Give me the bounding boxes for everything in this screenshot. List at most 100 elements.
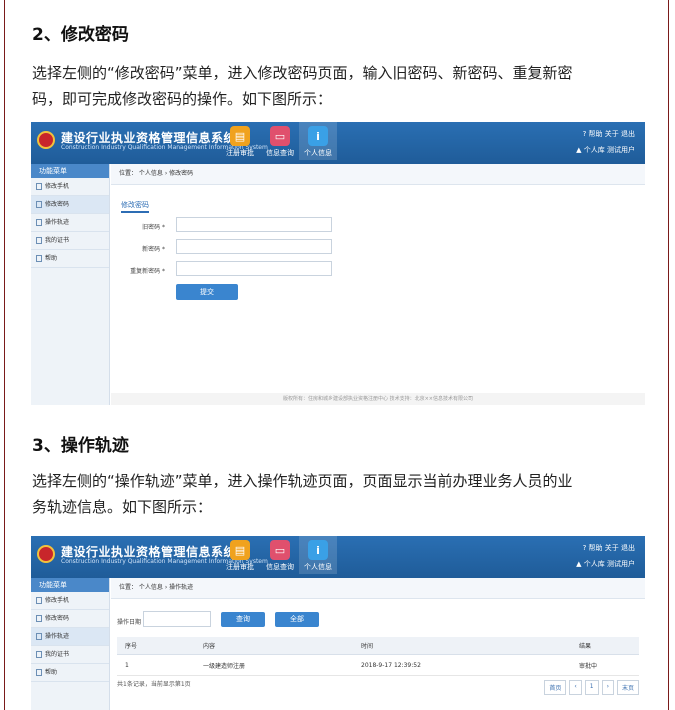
top-links[interactable]: ? 帮助 关于 退出 [583, 129, 635, 139]
sidebar-item-change-phone[interactable]: 修改手机 [31, 592, 109, 610]
info-icon: i [308, 540, 328, 560]
sidebar-item-label: 修改手机 [45, 597, 70, 604]
nav-label: 信息查询 [266, 563, 294, 571]
operation-log-table: 序号 内容 时间 结果 1 一级建造师注册 2018-9-17 12:39:52… [117, 637, 639, 676]
sidebar-item-operation-log[interactable]: 操作轨迹 [31, 628, 109, 646]
sidebar-item-label: 帮助 [45, 669, 58, 676]
monitor-icon: ▭ [270, 540, 290, 560]
screenshot-change-password: 建设行业执业资格管理信息系统 Construction Industry Qua… [31, 122, 645, 405]
pager-next-icon[interactable]: › [601, 680, 614, 695]
sidebar-item-label: 我的证书 [45, 237, 70, 244]
filter-label-operation-date: 操作日期 [117, 619, 142, 626]
sidebar-item-label: 操作轨迹 [45, 219, 70, 226]
menu-item-icon [36, 201, 42, 208]
screenshot-operation-log: 建设行业执业资格管理信息系统 Construction Industry Qua… [31, 536, 645, 710]
nav-personal-info[interactable]: i 个人信息 [299, 536, 337, 574]
nav-register-approval[interactable]: ▤ 注册审批 [221, 540, 259, 572]
sidebar-item-help[interactable]: 帮助 [31, 664, 109, 682]
sidebar-header: 功能菜单 [31, 164, 109, 178]
nav-label: 注册审批 [226, 563, 254, 571]
menu-item-icon [36, 255, 42, 262]
table-row: 1 一级建造师注册 2018-9-17 12:39:52 审批中 [117, 654, 639, 676]
sidebar-item-label: 帮助 [45, 255, 58, 262]
sidebar-item-change-phone[interactable]: 修改手机 [31, 178, 109, 196]
pager-last[interactable]: 末页 [616, 680, 639, 695]
pager-first[interactable]: 首页 [544, 680, 567, 695]
cell-result: 审批中 [571, 654, 639, 676]
nav-info-query[interactable]: ▭ 信息查询 [261, 540, 299, 572]
sidebar-item-label: 操作轨迹 [45, 633, 70, 640]
query-button[interactable]: 查询 [221, 612, 265, 627]
field-label-new-password: 新密码 * [142, 246, 165, 253]
all-button[interactable]: 全部 [275, 612, 319, 627]
paragraph-line: 码，即可完成修改密码的操作。如下图所示： [32, 90, 333, 108]
pager-page[interactable]: 1 [584, 680, 599, 695]
menu-item-icon [36, 651, 42, 658]
menu-item-icon [36, 183, 42, 190]
table-header-row: 序号 内容 时间 结果 [117, 637, 639, 655]
nav-label: 注册审批 [226, 149, 254, 157]
document-icon: ▤ [230, 540, 250, 560]
monitor-icon: ▭ [270, 126, 290, 146]
cell-content: 一级建造师注册 [195, 654, 353, 676]
top-links[interactable]: ? 帮助 关于 退出 [583, 543, 635, 553]
sidebar-item-change-password[interactable]: 修改密码 [31, 196, 109, 214]
section-heading-change-password: 2、修改密码 [32, 25, 129, 45]
menu-item-icon [36, 597, 42, 604]
sidebar-item-label: 修改密码 [45, 201, 70, 208]
breadcrumb: 位置： 个人信息 › 修改密码 [111, 164, 645, 185]
paragraph-line: 选择左侧的“修改密码”菜单，进入修改密码页面，输入旧密码、新密码、重复新密 [32, 64, 573, 82]
nav-info-query[interactable]: ▭ 信息查询 [261, 126, 299, 158]
menu-item-icon [36, 633, 42, 640]
column-header-time: 时间 [353, 637, 571, 655]
column-header-content: 内容 [195, 637, 353, 655]
document-icon: ▤ [230, 126, 250, 146]
nav-label: 信息查询 [266, 149, 294, 157]
sidebar-item-change-password[interactable]: 修改密码 [31, 610, 109, 628]
submit-button[interactable]: 提交 [176, 284, 238, 300]
sidebar: 功能菜单 修改手机 修改密码 操作轨迹 我的证书 帮助 [31, 578, 110, 710]
menu-item-icon [36, 669, 42, 676]
field-label-repeat-password: 重复新密码 * [130, 268, 165, 275]
sidebar-header: 功能菜单 [31, 578, 109, 592]
sidebar-item-my-certificate[interactable]: 我的证书 [31, 646, 109, 664]
pagination: 首页 ‹ 1 › 末页 [544, 680, 639, 695]
app-header: 建设行业执业资格管理信息系统 Construction Industry Qua… [31, 122, 645, 164]
tab-change-password[interactable]: 修改密码 [121, 200, 149, 213]
sidebar: 功能菜单 修改手机 修改密码 操作轨迹 我的证书 帮助 [31, 164, 110, 405]
pager-prev-icon[interactable]: ‹ [569, 680, 582, 695]
nav-label: 个人信息 [304, 149, 332, 157]
repeat-password-input[interactable] [176, 261, 332, 276]
nav-register-approval[interactable]: ▤ 注册审批 [221, 126, 259, 158]
nav-label: 个人信息 [304, 563, 332, 571]
record-summary: 共1条记录，当前显示第1页 [117, 681, 191, 688]
national-emblem-icon [37, 131, 55, 149]
sidebar-item-operation-log[interactable]: 操作轨迹 [31, 214, 109, 232]
old-password-input[interactable] [176, 217, 332, 232]
new-password-input[interactable] [176, 239, 332, 254]
nav-personal-info[interactable]: i 个人信息 [299, 122, 337, 160]
app-header: 建设行业执业资格管理信息系统 Construction Industry Qua… [31, 536, 645, 578]
user-link[interactable]: ▲ 个人库 测试用户 [576, 559, 635, 569]
column-header-index: 序号 [117, 637, 195, 655]
section-paragraph-operation-log: 选择左侧的“操作轨迹”菜单，进入操作轨迹页面，页面显示当前办理业务人员的业 务轨… [32, 468, 646, 520]
menu-item-icon [36, 219, 42, 226]
menu-item-icon [36, 237, 42, 244]
menu-item-icon [36, 615, 42, 622]
national-emblem-icon [37, 545, 55, 563]
sidebar-item-label: 修改密码 [45, 615, 70, 622]
sidebar-item-label: 我的证书 [45, 651, 70, 658]
sidebar-item-my-certificate[interactable]: 我的证书 [31, 232, 109, 250]
field-label-old-password: 旧密码 * [142, 224, 165, 231]
cell-index: 1 [117, 654, 195, 676]
user-link[interactable]: ▲ 个人库 测试用户 [576, 145, 635, 155]
paragraph-line: 务轨迹信息。如下图所示： [32, 498, 213, 516]
operation-date-input[interactable] [143, 611, 211, 627]
sidebar-item-label: 修改手机 [45, 183, 70, 190]
sidebar-item-help[interactable]: 帮助 [31, 250, 109, 268]
section-paragraph-change-password: 选择左侧的“修改密码”菜单，进入修改密码页面，输入旧密码、新密码、重复新密 码，… [32, 60, 646, 112]
column-header-result: 结果 [571, 637, 639, 655]
page-footer: 版权所有：住房和城乡建设部执业资格注册中心 技术支持：北京××信息技术有限公司 [111, 393, 645, 405]
section-heading-operation-log: 3、操作轨迹 [32, 436, 129, 456]
breadcrumb: 位置： 个人信息 › 操作轨迹 [111, 578, 645, 599]
